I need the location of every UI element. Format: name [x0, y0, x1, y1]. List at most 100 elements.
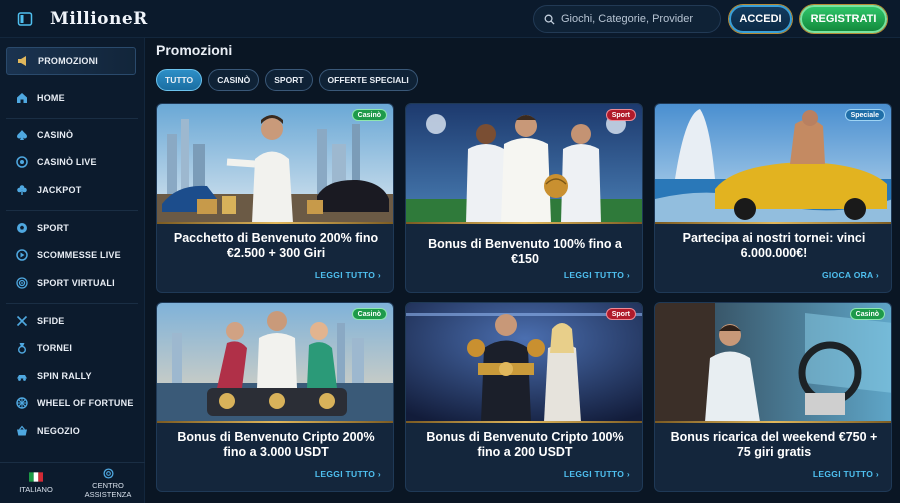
- support-label-line1: CENTRO: [92, 480, 124, 490]
- sidebar-item-label: NEGOZIO: [37, 426, 80, 436]
- promo-image-crypto-group: [157, 303, 393, 422]
- chevron-right-icon: ›: [377, 469, 381, 479]
- category-badge: Speciale: [844, 109, 885, 121]
- link-label: LEGGI TUTTO: [563, 270, 625, 280]
- sidebar-item-casino[interactable]: CASINÒ: [6, 122, 136, 148]
- sidebar-item-label: HOME: [37, 93, 65, 103]
- target-icon: [16, 277, 28, 289]
- sidebar-item-scommesse-live[interactable]: SCOMMESSE LIVE: [6, 242, 136, 268]
- top-bar: MillioneR ACCEDI REGISTRATI: [0, 0, 900, 38]
- home-icon: [16, 92, 28, 104]
- promo-title: Bonus di Benvenuto Cripto 100% fino a 20…: [426, 430, 624, 459]
- sidebar-item-wheel-of-fortune[interactable]: WHEEL OF FORTUNE: [6, 390, 136, 416]
- chevron-right-icon: ›: [875, 469, 879, 479]
- chevron-right-icon: ›: [626, 469, 630, 479]
- language-label: ITALIANO: [19, 485, 53, 494]
- sidebar-item-label: SPORT VIRTUALI: [37, 278, 115, 288]
- sidebar-item-label: JACKPOT: [37, 185, 82, 195]
- promo-image-city-car: [157, 104, 393, 223]
- sidebar-divider: [6, 210, 138, 211]
- sidebar-item-jackpot[interactable]: JACKPOT: [6, 177, 136, 203]
- card-divider: [406, 222, 642, 224]
- filter-offerte-speciali[interactable]: OFFERTE SPECIALI: [318, 69, 418, 91]
- category-badge: Casinò: [351, 109, 387, 121]
- sidebar-item-sfide[interactable]: SFIDE: [6, 308, 136, 334]
- link-label: LEGGI TUTTO: [314, 469, 376, 479]
- promo-card[interactable]: Sport Bonus di Benvenuto Cripto 100% fin…: [405, 302, 643, 492]
- play-now-link[interactable]: GIOCA ORA ›: [822, 270, 879, 280]
- live-icon: [16, 249, 28, 261]
- sidebar-item-label: PROMOZIONI: [38, 56, 98, 66]
- category-badge: Sport: [605, 308, 636, 320]
- sidebar-item-tornei[interactable]: TORNEI: [6, 335, 136, 361]
- promo-image-yellow-car: [655, 104, 891, 223]
- read-more-link[interactable]: LEGGI TUTTO ›: [315, 469, 381, 479]
- sidebar-item-label: SCOMMESSE LIVE: [37, 250, 121, 260]
- basket-icon: [16, 425, 28, 437]
- promo-title: Partecipa ai nostri tornei: vinci 6.000.…: [682, 231, 866, 260]
- sidebar-footer: ITALIANO CENTRO ASSISTENZA: [0, 462, 145, 503]
- sidebar-divider: [6, 118, 138, 119]
- promo-title: Bonus ricarica del weekend €750 + 75 gir…: [670, 430, 878, 459]
- support-icon: [102, 467, 114, 479]
- card-divider: [157, 222, 393, 224]
- clover-icon: [16, 184, 28, 196]
- filter-casino[interactable]: CASINÒ: [208, 69, 260, 91]
- card-divider: [157, 421, 393, 423]
- sidebar-item-label: WHEEL OF FORTUNE: [37, 398, 134, 408]
- sidebar-item-sport-virtuali[interactable]: SPORT VIRTUALI: [6, 270, 136, 296]
- sidebar-item-casino-live[interactable]: CASINÒ LIVE: [6, 149, 136, 175]
- chevron-right-icon: ›: [377, 270, 381, 280]
- promo-title: Bonus di Benvenuto Cripto 200% fino a 3.…: [177, 430, 375, 459]
- read-more-link[interactable]: LEGGI TUTTO ›: [813, 469, 879, 479]
- sidebar-item-label: SPORT: [37, 223, 70, 233]
- search-box[interactable]: [533, 5, 721, 33]
- sidebar-item-spin-rally[interactable]: SPIN RALLY: [6, 363, 136, 389]
- category-badge: Casinò: [849, 308, 885, 320]
- soccer-ball-icon: [16, 222, 28, 234]
- link-label: LEGGI TUTTO: [563, 469, 625, 479]
- sidebar-toggle-icon: [17, 11, 33, 26]
- promo-card[interactable]: Speciale Partecipa ai nostri tornei: vin…: [654, 103, 892, 293]
- read-more-link[interactable]: LEGGI TUTTO ›: [564, 270, 630, 280]
- card-divider: [406, 421, 642, 423]
- promo-card[interactable]: Casinò Pacchetto di Benvenuto 200% fino …: [156, 103, 394, 293]
- sidebar-item-label: CASINÒ LIVE: [37, 157, 97, 167]
- support-label-line2: ASSISTENZA: [84, 489, 132, 499]
- sidebar-toggle-button[interactable]: [12, 6, 38, 32]
- sidebar-item-sport[interactable]: SPORT: [6, 215, 136, 241]
- sidebar-item-home[interactable]: HOME: [6, 85, 136, 111]
- wheel-icon: [16, 397, 28, 409]
- search-icon: [544, 14, 555, 25]
- sidebar-item-label: TORNEI: [37, 343, 73, 353]
- link-label: GIOCA ORA: [822, 270, 874, 280]
- sidebar-item-label: CASINÒ: [37, 130, 74, 140]
- promo-title: Bonus di Benvenuto 100% fino a €150: [428, 237, 622, 266]
- link-label: LEGGI TUTTO: [812, 469, 874, 479]
- filter-tutto[interactable]: TUTTO: [156, 69, 203, 91]
- search-input[interactable]: [561, 13, 711, 25]
- brand-logo[interactable]: MillioneR: [50, 9, 148, 29]
- promo-card[interactable]: Casinò Bonus ricarica del weekend €750 +…: [654, 302, 892, 492]
- sidebar-item-promozioni[interactable]: PROMOZIONI: [6, 47, 136, 75]
- read-more-link[interactable]: LEGGI TUTTO ›: [315, 270, 381, 280]
- promo-card[interactable]: Casinò Bonus di Benvenuto Cripto 200% fi…: [156, 302, 394, 492]
- promo-title: Pacchetto di Benvenuto 200% fino €2.500 …: [173, 231, 379, 260]
- card-divider: [655, 421, 891, 423]
- support-center-link[interactable]: CENTRO ASSISTENZA: [72, 463, 144, 503]
- rally-icon: [16, 370, 28, 382]
- register-button[interactable]: REGISTRATI: [800, 5, 887, 33]
- promo-card[interactable]: Sport Bonus di Benvenuto 100% fino a €15…: [405, 103, 643, 293]
- sidebar-item-label: SPIN RALLY: [37, 371, 92, 381]
- page-title: Promozioni: [156, 42, 233, 58]
- login-button[interactable]: ACCEDI: [729, 5, 792, 33]
- sidebar-divider: [6, 303, 138, 304]
- sidebar-item-label: SFIDE: [37, 316, 65, 326]
- filter-sport[interactable]: SPORT: [265, 69, 313, 91]
- link-label: LEGGI TUTTO: [314, 270, 376, 280]
- card-divider: [655, 222, 891, 224]
- read-more-link[interactable]: LEGGI TUTTO ›: [564, 469, 630, 479]
- crossed-swords-icon: [16, 315, 28, 327]
- language-selector[interactable]: ITALIANO: [0, 463, 72, 503]
- sidebar-item-negozio[interactable]: NEGOZIO: [6, 418, 136, 444]
